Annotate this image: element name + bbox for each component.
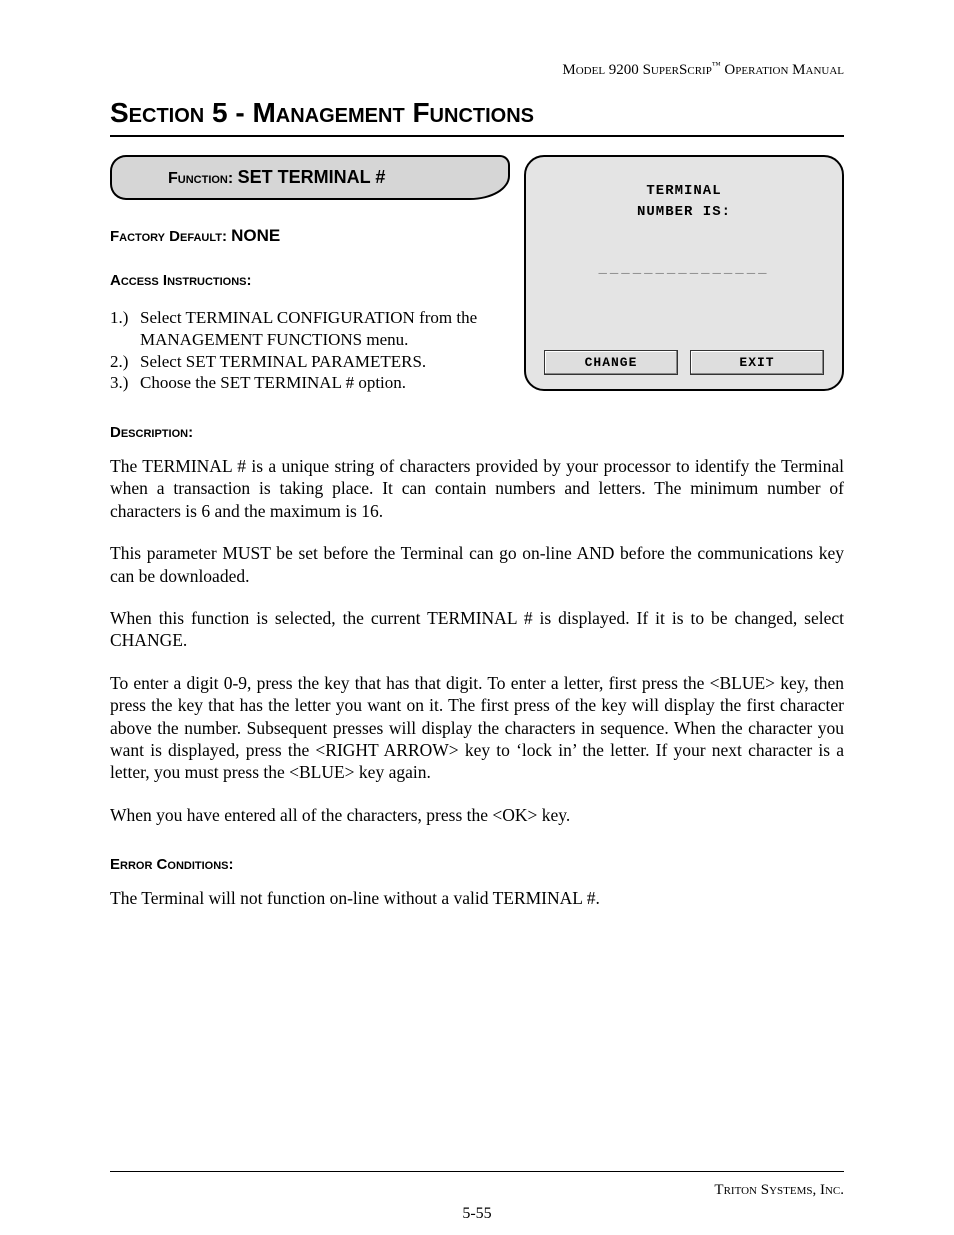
- factory-default-value: NONE: [231, 226, 280, 245]
- paragraph: The TERMINAL # is a unique string of cha…: [110, 455, 844, 522]
- screen-line2: NUMBER IS:: [544, 202, 824, 223]
- running-header: Model 9200 SuperScrip™ Operation Manual: [110, 60, 844, 79]
- access-instructions-label: Access Instructions:: [110, 272, 514, 289]
- footer-page-number: 5-55: [110, 1205, 844, 1223]
- access-steps: 1.) Select TERMINAL CONFIGURATION from t…: [110, 307, 514, 394]
- terminal-screen: TERMINAL NUMBER IS: _______________ CHAN…: [524, 155, 844, 391]
- error-conditions-label: Error Conditions:: [110, 856, 844, 873]
- step-text: Select TERMINAL CONFIGURATION from the M…: [140, 307, 514, 351]
- function-tab: Function: SET TERMINAL #: [110, 155, 510, 200]
- header-model: Model 9200: [562, 62, 642, 78]
- paragraph: When this function is selected, the curr…: [110, 607, 844, 652]
- title-rule: [110, 135, 844, 137]
- page-footer: Triton Systems, Inc. 5-55: [110, 1171, 844, 1199]
- change-button[interactable]: CHANGE: [544, 350, 678, 375]
- factory-default-label: Factory Default:: [110, 228, 231, 245]
- step-row: 2.) Select SET TERMINAL PARAMETERS.: [110, 351, 514, 373]
- description-body: The TERMINAL # is a unique string of cha…: [110, 455, 844, 826]
- step-num: 2.): [110, 351, 140, 373]
- screen-line1: TERMINAL: [544, 181, 824, 202]
- step-row: 3.) Choose the SET TERMINAL # option.: [110, 372, 514, 394]
- step-num: 1.): [110, 307, 140, 351]
- footer-company: Triton Systems, Inc.: [714, 1182, 844, 1199]
- paragraph: The Terminal will not function on-line w…: [110, 887, 844, 909]
- step-text: Choose the SET TERMINAL # option.: [140, 372, 514, 394]
- function-value: SET TERMINAL #: [238, 167, 386, 187]
- step-row: 1.) Select TERMINAL CONFIGURATION from t…: [110, 307, 514, 351]
- screen-input-placeholder: _______________: [544, 261, 824, 277]
- section-title: Section 5 - Management Functions: [110, 97, 844, 129]
- footer-rule: [110, 1171, 844, 1172]
- paragraph: When you have entered all of the charact…: [110, 804, 844, 826]
- exit-button[interactable]: EXIT: [690, 350, 824, 375]
- description-label: Description:: [110, 424, 844, 441]
- error-body: The Terminal will not function on-line w…: [110, 887, 844, 909]
- paragraph: To enter a digit 0-9, press the key that…: [110, 672, 844, 784]
- function-label: Function:: [168, 170, 238, 187]
- paragraph: This parameter MUST be set before the Te…: [110, 542, 844, 587]
- header-suffix: Operation Manual: [721, 62, 844, 78]
- factory-default: Factory Default: NONE: [110, 226, 514, 246]
- step-num: 3.): [110, 372, 140, 394]
- header-product: SuperScrip: [643, 62, 712, 78]
- step-text: Select SET TERMINAL PARAMETERS.: [140, 351, 514, 373]
- header-tm: ™: [712, 60, 721, 70]
